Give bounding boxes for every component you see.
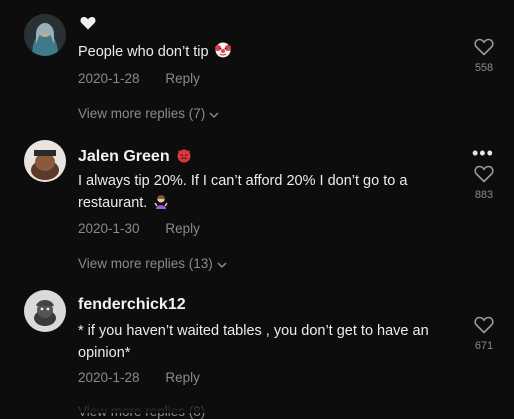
comment-date: 2020-1-30 bbox=[78, 221, 140, 236]
comment-date: 2020-1-28 bbox=[78, 71, 140, 86]
view-more-replies-button[interactable]: View more replies (13) bbox=[78, 256, 227, 272]
avatar[interactable] bbox=[24, 14, 66, 56]
reply-button[interactable]: Reply bbox=[165, 221, 200, 236]
reply-button[interactable]: Reply bbox=[165, 370, 200, 385]
comment-text: * if you haven’t waited tables , you don… bbox=[78, 323, 429, 361]
comment-meta: 2020-1-28 Reply bbox=[78, 370, 200, 385]
more-options-icon[interactable]: ••• bbox=[472, 144, 494, 162]
like-button[interactable]: 883 bbox=[466, 165, 502, 201]
like-count: 671 bbox=[474, 340, 494, 352]
username[interactable]: fenderchick12 bbox=[78, 296, 186, 314]
woman-gesturing-icon bbox=[153, 193, 169, 209]
comment-date: 2020-1-28 bbox=[78, 370, 140, 385]
bottom-fade bbox=[0, 399, 514, 413]
view-more-replies-button[interactable]: View more replies (7) bbox=[78, 106, 219, 122]
avatar[interactable] bbox=[24, 290, 66, 332]
avatar[interactable] bbox=[24, 140, 66, 182]
heart-icon bbox=[80, 16, 96, 35]
chevron-down-icon bbox=[209, 107, 219, 122]
like-button[interactable]: 671 bbox=[466, 316, 502, 352]
heart-outline-icon bbox=[474, 38, 494, 56]
comment-meta: 2020-1-28 Reply bbox=[78, 71, 200, 86]
heart-outline-icon bbox=[474, 316, 494, 334]
reply-button[interactable]: Reply bbox=[165, 71, 200, 86]
clown-face-icon bbox=[214, 42, 231, 58]
comment-meta: 2020-1-30 Reply bbox=[78, 221, 200, 236]
like-count: 558 bbox=[474, 62, 494, 74]
comment-text: People who don’t tip bbox=[78, 41, 458, 63]
like-button[interactable]: 558 bbox=[466, 38, 502, 74]
heart-outline-icon bbox=[474, 165, 494, 183]
username[interactable]: Jalen Green bbox=[78, 147, 192, 166]
like-count: 883 bbox=[474, 189, 494, 201]
angry-devil-icon bbox=[176, 147, 192, 163]
comment-text: I always tip 20%. If I can’t afford 20% … bbox=[78, 173, 408, 211]
chevron-down-icon bbox=[217, 257, 227, 272]
